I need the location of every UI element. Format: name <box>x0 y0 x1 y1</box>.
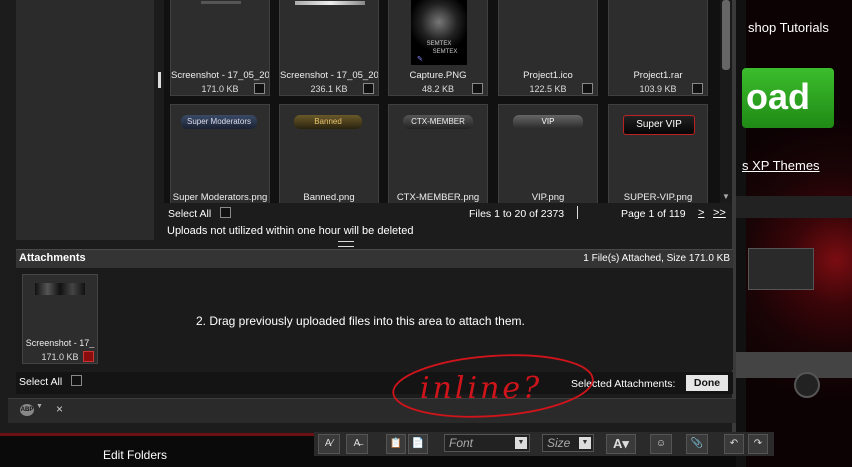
file-thumbnail: SEMTEX SEMTEX ✎ <box>411 0 467 65</box>
file-thumbnail: Super Moderators <box>181 115 257 129</box>
browser-status-bar <box>8 398 736 423</box>
attachment-manager-popup: Screenshot - 17_05_20 171.0 KB Screensho… <box>0 0 736 433</box>
next-page-link[interactable]: > <box>698 207 704 219</box>
font-select[interactable]: Font ▼ <box>444 434 530 452</box>
file-name: Banned.png <box>303 192 355 203</box>
text-format-icon[interactable]: A⁄ <box>318 434 340 454</box>
file-thumbnail <box>35 283 85 295</box>
file-name: Project1.rar <box>633 70 683 81</box>
file-tile[interactable]: Screenshot - 17_05_20 236.1 KB <box>279 0 379 96</box>
last-page-link[interactable]: >> <box>713 207 726 219</box>
divider <box>577 206 578 219</box>
xp-themes-link[interactable]: s XP Themes <box>742 158 820 173</box>
drag-hint: 2. Drag previously uploaded files into t… <box>196 314 525 328</box>
file-tile[interactable]: Banned Banned.png <box>279 104 379 203</box>
edit-folders-link[interactable]: Edit Folders <box>103 448 167 462</box>
text-color-icon[interactable]: A▾ <box>606 434 636 454</box>
file-name: CTX-MEMBER.png <box>396 192 480 203</box>
select-all-label: Select All <box>19 376 63 388</box>
font-select-label: Font <box>449 436 474 450</box>
download-label: oad <box>746 76 811 117</box>
chevron-down-icon: ▼ <box>579 437 591 449</box>
page-indicator: Page 1 of 119 <box>621 208 686 220</box>
select-all-label: Select All <box>168 208 212 220</box>
select-all-checkbox[interactable] <box>71 375 82 386</box>
file-name: Screenshot - 17_ <box>25 338 95 348</box>
file-thumbnail: VIP <box>513 115 583 129</box>
file-name: SUPER-VIP.png <box>623 192 693 203</box>
scrollbar-thumb[interactable] <box>722 0 730 70</box>
download-button[interactable]: oad <box>742 68 834 128</box>
chevron-down-icon: ▼ <box>515 437 527 449</box>
file-name: Capture.PNG <box>409 70 467 81</box>
file-tile[interactable]: Project1.rar 103.9 KB <box>608 0 708 96</box>
handwritten-annotation: inline? <box>392 354 594 418</box>
file-tile[interactable]: Project1.ico 122.5 KB <box>498 0 598 96</box>
background-page: shop Tutorials oad s XP Themes <box>736 0 852 467</box>
file-name: VIP.png <box>531 192 565 203</box>
adblock-icon[interactable]: ABP <box>20 404 34 416</box>
edit-pencil-icon: ✎ <box>417 56 423 63</box>
file-select-checkbox[interactable] <box>254 83 265 94</box>
file-grid-scrollbar[interactable]: ▼ <box>720 0 732 203</box>
undo-icon[interactable]: ↶ <box>724 434 744 454</box>
file-tile[interactable]: CTX-MEMBER CTX-MEMBER.png <box>388 104 488 203</box>
file-thumbnail <box>201 1 241 4</box>
file-tile[interactable]: Screenshot - 17_05_20 171.0 KB <box>170 0 270 96</box>
file-thumbnail: Super VIP <box>623 115 695 135</box>
panel-splitter-handle[interactable] <box>338 241 354 247</box>
file-thumbnail: Banned <box>294 115 362 129</box>
file-select-checkbox[interactable] <box>472 83 483 94</box>
attached-file-tile[interactable]: Screenshot - 17_ 171.0 KB <box>22 274 98 364</box>
file-name: Screenshot - 17_05_20 <box>280 70 378 81</box>
file-name: Super Moderators.png <box>172 192 268 203</box>
file-select-checkbox[interactable] <box>582 83 593 94</box>
attachments-header: Attachments 1 File(s) Attached, Size 171… <box>16 249 733 268</box>
file-grid: Screenshot - 17_05_20 171.0 KB Screensho… <box>164 0 720 203</box>
file-select-checkbox[interactable] <box>363 83 374 94</box>
file-select-checkbox[interactable] <box>692 83 703 94</box>
tutorials-link[interactable]: shop Tutorials <box>748 20 829 35</box>
redo-icon[interactable]: ↷ <box>748 434 768 454</box>
background-circle-icon <box>794 372 820 398</box>
size-select[interactable]: Size ▼ <box>542 434 594 452</box>
thumbnail-caption: SEMTEX <box>432 49 458 55</box>
folder-pane[interactable] <box>16 0 154 240</box>
file-tile[interactable]: SEMTEX SEMTEX ✎ Capture.PNG 48.2 KB <box>388 0 488 96</box>
files-range-text: Files 1 to 20 of 2373 <box>469 208 565 220</box>
file-thumbnail <box>295 1 365 5</box>
close-icon[interactable]: × <box>56 402 63 416</box>
paste-icon[interactable]: 📋 <box>386 434 406 454</box>
file-name: Project1.ico <box>523 70 573 81</box>
file-name: Screenshot - 17_05_20 <box>171 70 269 81</box>
file-tile[interactable]: Super Moderators Super Moderators.png <box>170 104 270 203</box>
attachments-title: Attachments <box>19 252 86 264</box>
chevron-down-icon[interactable]: ▼ <box>36 403 43 410</box>
thumbnail-caption: SEMTEX <box>426 41 452 47</box>
attachments-summary: 1 File(s) Attached, Size 171.0 KB <box>583 253 730 264</box>
background-bar <box>736 196 852 218</box>
size-select-label: Size <box>547 436 571 450</box>
file-tile[interactable]: VIP VIP.png <box>498 104 598 203</box>
attach-icon[interactable]: 📎 <box>686 434 708 454</box>
done-button[interactable]: Done <box>686 375 728 391</box>
smiley-icon[interactable]: ☺ <box>650 434 672 454</box>
select-all-checkbox[interactable] <box>220 207 231 218</box>
file-tile[interactable]: Super VIP SUPER-VIP.png <box>608 104 708 203</box>
file-thumbnail: CTX-MEMBER <box>403 115 473 129</box>
background-input[interactable] <box>736 352 852 378</box>
remove-format-icon[interactable]: A̶ <box>346 434 368 454</box>
upload-expiry-notice: Uploads not utilized within one hour wil… <box>167 225 414 237</box>
pane-resize-handle[interactable] <box>158 72 161 88</box>
background-textarea[interactable] <box>748 248 814 290</box>
paste-special-icon[interactable]: 📄 <box>408 434 428 454</box>
attachment-select-checkbox[interactable] <box>83 351 94 362</box>
scroll-down-arrow-icon[interactable]: ▼ <box>722 192 730 201</box>
annotation-text: inline? <box>420 371 542 406</box>
